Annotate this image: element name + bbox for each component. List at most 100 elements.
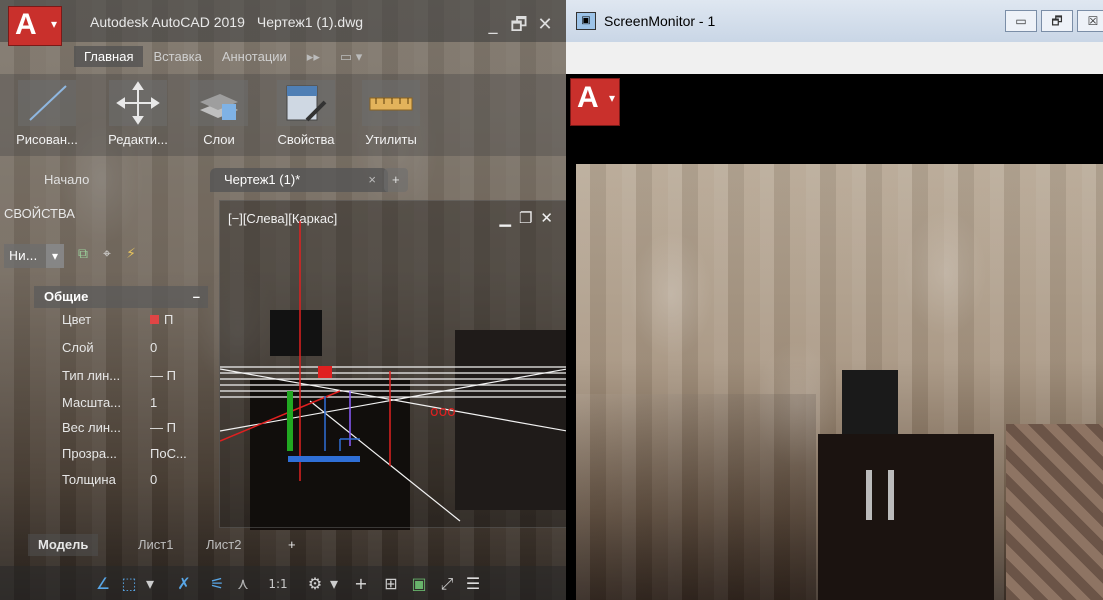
selection-value: Ни... bbox=[9, 249, 38, 263]
property-key: Масшта... bbox=[62, 395, 122, 410]
new-tab-button[interactable]: + bbox=[384, 168, 408, 192]
cabinet-handle bbox=[866, 470, 872, 520]
plus-icon[interactable]: + bbox=[350, 574, 372, 594]
cabinet-handle bbox=[888, 470, 894, 520]
close-button[interactable]: ☒ bbox=[1077, 10, 1103, 32]
property-row[interactable]: Цвет П bbox=[62, 312, 212, 334]
minimize-button[interactable]: _ bbox=[482, 14, 504, 35]
fullscreen-icon[interactable]: ⤢ bbox=[436, 574, 458, 594]
tab-drawing[interactable]: Чертеж1 (1)* × bbox=[210, 168, 388, 192]
drawing-viewport[interactable]: [−][Слева][Каркас] ▁ ❐ ✕ ooo bbox=[219, 200, 566, 528]
layout-tabs: Модель Лист1 Лист2 + bbox=[0, 530, 566, 560]
screenmonitor-menubar bbox=[566, 42, 1103, 74]
close-button[interactable]: ✕ bbox=[534, 14, 556, 35]
property-key: Прозра... bbox=[62, 446, 117, 461]
toggle-pickadd-icon[interactable]: ⧉ bbox=[74, 246, 92, 264]
hardware-accel-icon[interactable]: ▣ bbox=[408, 574, 430, 594]
autocad-window: A ▾ Autodesk AutoCAD 2019 Чертеж1 (1).dwg… bbox=[0, 0, 566, 600]
property-row[interactable]: Вес лин... — П bbox=[62, 420, 212, 442]
ribbon-properties-label: Свойства bbox=[277, 132, 335, 147]
dynamic-ucs-icon[interactable]: ⚟ bbox=[206, 574, 228, 594]
camera-video-feed bbox=[576, 164, 1103, 600]
minimize-button[interactable]: ▭ bbox=[1005, 10, 1037, 32]
property-value: 1 bbox=[150, 395, 158, 410]
monitor-silhouette bbox=[842, 370, 898, 436]
property-row[interactable]: Тип лин... — П bbox=[62, 368, 212, 390]
restore-button[interactable]: 🗗 bbox=[1041, 10, 1073, 32]
property-value: П bbox=[150, 312, 173, 327]
workspace-icon[interactable]: ▭ ▾ bbox=[330, 46, 372, 68]
property-value: ПоС... bbox=[150, 446, 187, 461]
screenmonitor-window: ▣ ScreenMonitor - 1 ▭ 🗗 ☒ A ▾ bbox=[566, 0, 1103, 600]
properties-icon bbox=[277, 80, 335, 126]
document-title: Чертеж1 (1).dwg bbox=[256, 14, 364, 30]
monitor-icon: ▣ bbox=[576, 12, 596, 30]
chevron-down-icon[interactable]: ▾ bbox=[144, 574, 156, 594]
annotation-visibility-icon[interactable]: ⋏ bbox=[232, 574, 254, 594]
close-tab-icon[interactable]: × bbox=[368, 168, 376, 192]
autocad-app-menu-button[interactable]: A ▾ bbox=[8, 6, 62, 46]
ribbon-utilities-button[interactable]: Утилиты bbox=[350, 74, 432, 156]
tab-insert[interactable]: Вставка bbox=[143, 46, 211, 67]
ribbon-properties-button[interactable]: Свойства bbox=[264, 74, 348, 156]
ribbon-utilities-label: Утилиты bbox=[365, 132, 417, 147]
tab-layout1[interactable]: Лист1 bbox=[128, 534, 183, 556]
property-key: Вес лин... bbox=[62, 420, 121, 435]
tab-start[interactable]: Начало bbox=[30, 168, 103, 192]
ortho-icon[interactable]: ∠ bbox=[92, 574, 114, 594]
property-row[interactable]: Толщина 0 bbox=[62, 472, 212, 494]
property-value: 0 bbox=[150, 472, 158, 487]
properties-group-general[interactable]: Общие – bbox=[34, 286, 208, 308]
chevron-down-icon: ▾ bbox=[46, 244, 64, 268]
property-key: Слой bbox=[62, 340, 94, 355]
property-key: Толщина bbox=[62, 472, 116, 487]
screenmonitor-titlebar: ▣ ScreenMonitor - 1 ▭ 🗗 ☒ bbox=[566, 0, 1103, 42]
tab-layout2[interactable]: Лист2 bbox=[196, 534, 251, 556]
ribbon-panel: Рисован... Редакти... Слои Свойства Утил… bbox=[0, 74, 566, 156]
property-value: — П bbox=[150, 420, 176, 435]
isolate-icon[interactable]: ⊞ bbox=[380, 574, 402, 594]
file-tabs: Начало Чертеж1 (1)* × + bbox=[0, 166, 566, 194]
tab-drawing-label: Чертеж1 (1)* bbox=[224, 172, 301, 187]
property-row[interactable]: Прозра... ПоС... bbox=[62, 446, 212, 468]
select-objects-icon[interactable]: ⌖ bbox=[98, 246, 116, 264]
ribbon-draw-label: Рисован... bbox=[16, 132, 78, 147]
chevron-down-icon[interactable]: ▾ bbox=[328, 574, 340, 594]
cabinet-silhouette bbox=[818, 434, 994, 600]
svg-text:ooo: ooo bbox=[430, 404, 456, 420]
property-key: Тип лин... bbox=[62, 368, 121, 383]
window-controls: _ 🗗 ✕ bbox=[478, 12, 556, 42]
ribbon-modify-button[interactable]: Редакти... bbox=[94, 74, 182, 156]
restore-button[interactable]: 🗗 bbox=[508, 12, 530, 42]
object-snap-icon[interactable]: ✗ bbox=[172, 574, 196, 594]
chevron-down-icon: ▾ bbox=[608, 91, 615, 105]
property-row[interactable]: Масшта... 1 bbox=[62, 395, 212, 417]
group-label: Общие bbox=[44, 289, 89, 304]
menu-icon[interactable]: ☰ bbox=[462, 574, 484, 594]
measure-icon bbox=[362, 80, 420, 126]
tab-home[interactable]: Главная bbox=[74, 46, 144, 67]
sofa-silhouette bbox=[1006, 424, 1103, 600]
annotation-scale[interactable]: 1:1 bbox=[258, 574, 298, 594]
gear-icon[interactable]: ⚙ bbox=[304, 574, 326, 594]
status-bar: ∠ ⬚ ▾ ✗ ⚟ ⋏ 1:1 ⚙ ▾ + ⊞ ▣ ⤢ ☰ bbox=[0, 566, 566, 600]
bed-shadow bbox=[576, 394, 816, 600]
layers-icon bbox=[190, 80, 248, 126]
ribbon-layers-button[interactable]: Слои bbox=[186, 74, 252, 156]
quick-select-icon[interactable]: ⚡ bbox=[122, 246, 140, 264]
tab-annotate[interactable]: Аннотации bbox=[212, 46, 297, 67]
selection-dropdown[interactable]: Ни... ▾ bbox=[4, 244, 64, 268]
collapse-icon[interactable]: – bbox=[193, 286, 200, 308]
mirrored-logo-letter: A bbox=[577, 81, 599, 114]
move-icon bbox=[109, 80, 167, 126]
mirrored-autocad-logo: A ▾ bbox=[570, 78, 620, 126]
screenmonitor-title: ScreenMonitor - 1 bbox=[604, 13, 716, 29]
color-swatch bbox=[150, 315, 159, 324]
line-icon bbox=[18, 80, 76, 126]
add-layout-button[interactable]: + bbox=[278, 534, 306, 556]
tab-model[interactable]: Модель bbox=[28, 534, 99, 556]
property-row[interactable]: Слой 0 bbox=[62, 340, 212, 362]
polar-tracking-icon[interactable]: ⬚ bbox=[118, 574, 140, 594]
more-tabs-icon[interactable]: ▸▸ bbox=[297, 46, 330, 68]
ribbon-draw-button[interactable]: Рисован... bbox=[4, 74, 90, 156]
